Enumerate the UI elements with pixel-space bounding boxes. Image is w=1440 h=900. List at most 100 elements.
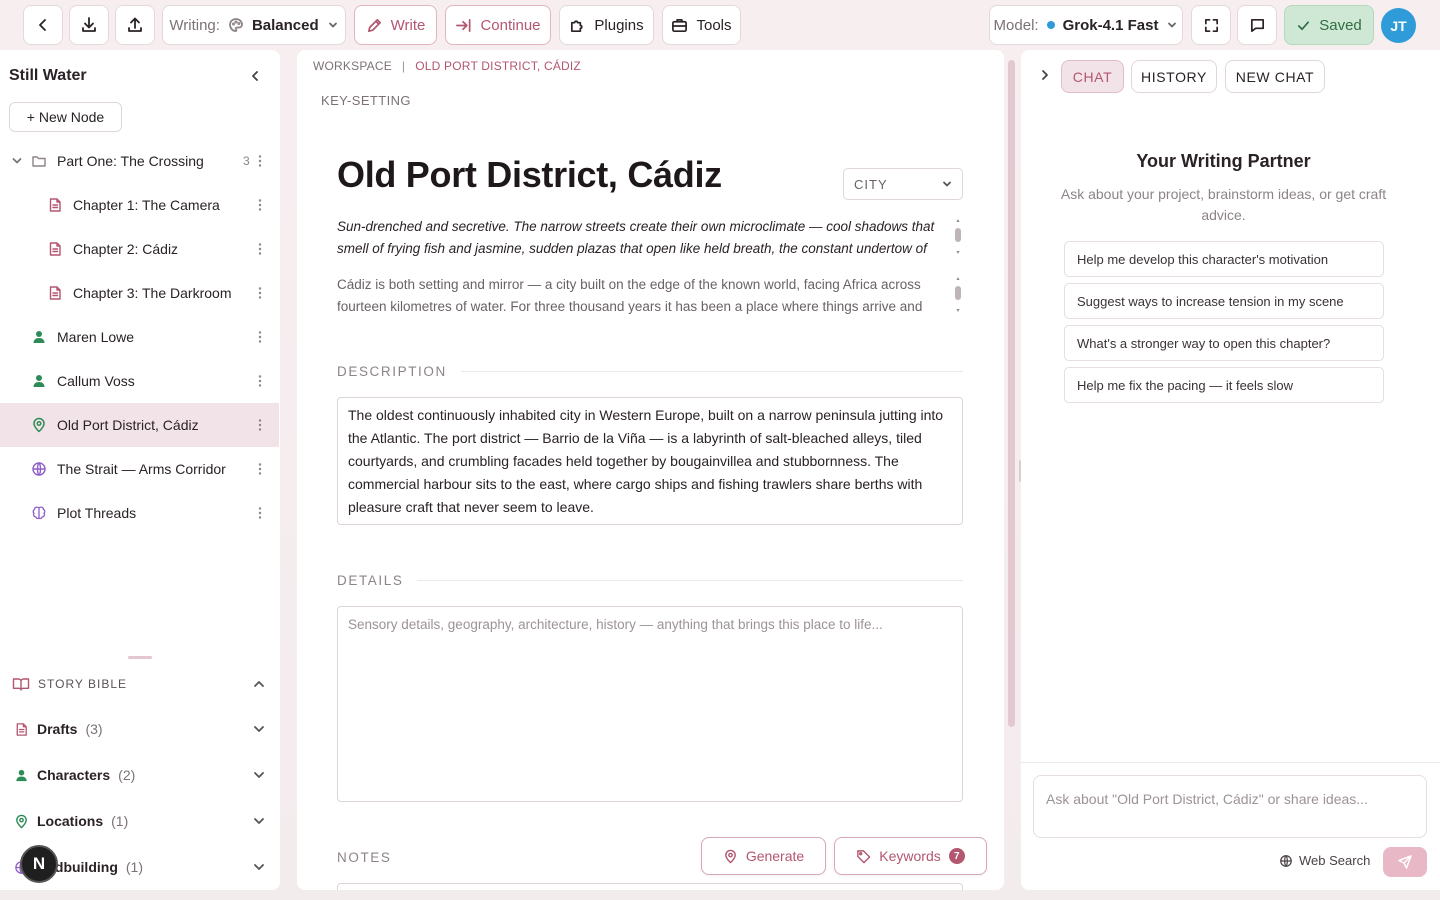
kebab-menu-icon[interactable] <box>254 197 266 213</box>
tree-item-maren-lowe[interactable]: Maren Lowe <box>0 315 279 359</box>
share-button[interactable] <box>115 5 155 45</box>
details-textarea[interactable]: Sensory details, geography, architecture… <box>337 606 963 802</box>
chevron-down-icon[interactable] <box>252 768 266 782</box>
project-sidebar: Still Water + New Node Part One: The Cro… <box>0 50 280 890</box>
user-avatar[interactable]: JT <box>1381 8 1416 43</box>
tab-history[interactable]: HISTORY <box>1131 60 1217 93</box>
top-toolbar: Writing: Balanced Write Continue Plugins… <box>0 0 1440 50</box>
tagline-line: Sun-drenched and secretive. The narrow s… <box>337 219 935 234</box>
notes-section-label: NOTES <box>337 849 392 865</box>
kebab-menu-icon[interactable] <box>254 241 266 257</box>
chevron-down-icon[interactable] <box>252 860 266 874</box>
new-node-button[interactable]: + New Node <box>9 102 122 132</box>
summary-field[interactable]: Cádiz is both setting and mirror — a cit… <box>337 274 949 318</box>
send-button[interactable] <box>1383 847 1427 877</box>
back-button[interactable] <box>23 5 63 45</box>
tagline-field[interactable]: Sun-drenched and secretive. The narrow s… <box>337 216 949 260</box>
notes-textarea[interactable] <box>337 883 963 890</box>
breadcrumb-current: OLD PORT DISTRICT, CÁDIZ <box>415 59 581 73</box>
floating-n-button[interactable]: N <box>20 845 58 883</box>
tree-item-label: Plot Threads <box>57 505 137 521</box>
web-search-toggle[interactable]: Web Search <box>1279 853 1370 868</box>
chat-toggle-button[interactable] <box>1237 5 1277 45</box>
collapse-sidebar-icon[interactable] <box>246 67 264 85</box>
writing-mode-label: Writing: <box>169 16 220 34</box>
chevron-down-icon[interactable] <box>252 722 266 736</box>
continue-button[interactable]: Continue <box>445 5 551 45</box>
tree-item-chapter-2[interactable]: Chapter 2: Cádiz <box>0 227 279 271</box>
location-pin-icon <box>723 849 738 864</box>
node-type-select[interactable]: CITY <box>843 168 963 200</box>
plugins-button[interactable]: Plugins <box>559 5 654 45</box>
model-selector[interactable]: Model: Grok-4.1 Fast <box>989 5 1183 45</box>
resize-handle[interactable] <box>128 656 152 659</box>
generate-button[interactable]: Generate <box>701 837 826 875</box>
saved-label: Saved <box>1319 16 1362 34</box>
write-button[interactable]: Write <box>354 5 437 45</box>
bible-section-characters[interactable]: Characters (2) <box>14 764 270 786</box>
kebab-menu-icon[interactable] <box>254 461 266 477</box>
description-line: The oldest continuously inhabited city i… <box>348 407 944 423</box>
chevron-down-icon[interactable] <box>252 814 266 828</box>
generate-label: Generate <box>745 848 805 864</box>
message-square-icon <box>1249 17 1266 34</box>
bible-section-label: Drafts <box>37 721 78 737</box>
story-bible-label: STORY BIBLE <box>38 677 128 691</box>
bible-section-locations[interactable]: Locations (1) <box>14 810 270 832</box>
tab-chat[interactable]: CHAT <box>1061 60 1124 93</box>
write-label: Write <box>390 16 426 34</box>
kebab-menu-icon[interactable] <box>254 153 266 169</box>
check-icon <box>1296 18 1311 33</box>
tree-item-label: Callum Voss <box>57 373 135 389</box>
suggestion-chip[interactable]: Suggest ways to increase tension in my s… <box>1064 283 1384 319</box>
chevron-left-icon <box>35 17 51 33</box>
kebab-menu-icon[interactable] <box>254 505 266 521</box>
tree-item-label: Chapter 1: The Camera <box>73 197 220 213</box>
tagline-line: smell of frying fish and jasmine, sudden… <box>337 241 927 256</box>
kebab-menu-icon[interactable] <box>254 285 266 301</box>
person-icon <box>31 373 47 389</box>
download-button[interactable] <box>69 5 109 45</box>
description-textarea[interactable]: The oldest continuously inhabited city i… <box>337 397 963 525</box>
tree-item-callum-voss[interactable]: Callum Voss <box>0 359 279 403</box>
chevron-right-icon[interactable] <box>1039 68 1051 82</box>
tree-item-the-strait[interactable]: The Strait — Arms Corridor <box>0 447 279 491</box>
suggestion-chip[interactable]: Help me develop this character's motivat… <box>1064 241 1384 277</box>
tree-item-part-one[interactable]: Part One: The Crossing 3 <box>0 139 279 183</box>
suggestion-chip[interactable]: Help me fix the pacing — it feels slow <box>1064 367 1384 403</box>
bible-section-drafts[interactable]: Drafts (3) <box>14 718 270 740</box>
tab-new-chat[interactable]: NEW CHAT <box>1225 60 1325 93</box>
chevron-down-icon <box>1166 19 1178 31</box>
person-icon <box>31 329 47 345</box>
fullscreen-button[interactable] <box>1191 5 1231 45</box>
chat-input[interactable]: Ask about "Old Port District, Cádiz" or … <box>1033 775 1427 838</box>
details-section-label: DETAILS <box>337 571 963 589</box>
chevron-down-icon[interactable] <box>11 155 23 167</box>
book-open-icon <box>12 676 30 692</box>
summary-scrollbar[interactable]: ▴ ▾ <box>954 276 962 314</box>
continue-label: Continue <box>480 16 541 34</box>
tree-item-label: The Strait — Arms Corridor <box>57 461 226 477</box>
chevron-up-icon[interactable] <box>252 677 266 691</box>
key-setting-tag: KEY-SETTING <box>321 93 411 108</box>
divider <box>460 370 963 372</box>
tree-item-chapter-3[interactable]: Chapter 3: The Darkroom <box>0 271 279 315</box>
tools-button[interactable]: Tools <box>662 5 741 45</box>
kebab-menu-icon[interactable] <box>254 329 266 345</box>
suggestion-chip[interactable]: What's a stronger way to open this chapt… <box>1064 325 1384 361</box>
node-title[interactable]: Old Port District, Cádiz <box>337 154 722 196</box>
editor-scrollbar-thumb[interactable] <box>1008 60 1015 727</box>
kebab-menu-icon[interactable] <box>254 373 266 389</box>
tree-item-chapter-1[interactable]: Chapter 1: The Camera <box>0 183 279 227</box>
tree-item-old-port-district[interactable]: Old Port District, Cádiz <box>0 403 279 447</box>
breadcrumb-root[interactable]: WORKSPACE <box>313 59 392 73</box>
story-bible-header[interactable]: STORY BIBLE <box>12 675 270 693</box>
description-line: the Atlantic. The port district — Barrio… <box>348 430 922 446</box>
bible-section-label: Locations <box>37 813 104 829</box>
saved-status-button[interactable]: Saved <box>1284 5 1374 45</box>
keywords-button[interactable]: Keywords 7 <box>834 837 987 875</box>
writing-mode-dropdown[interactable]: Writing: Balanced <box>162 5 346 45</box>
tagline-scrollbar[interactable]: ▴ ▾ <box>954 218 962 256</box>
tree-item-plot-threads[interactable]: Plot Threads <box>0 491 279 535</box>
kebab-menu-icon[interactable] <box>254 417 266 433</box>
